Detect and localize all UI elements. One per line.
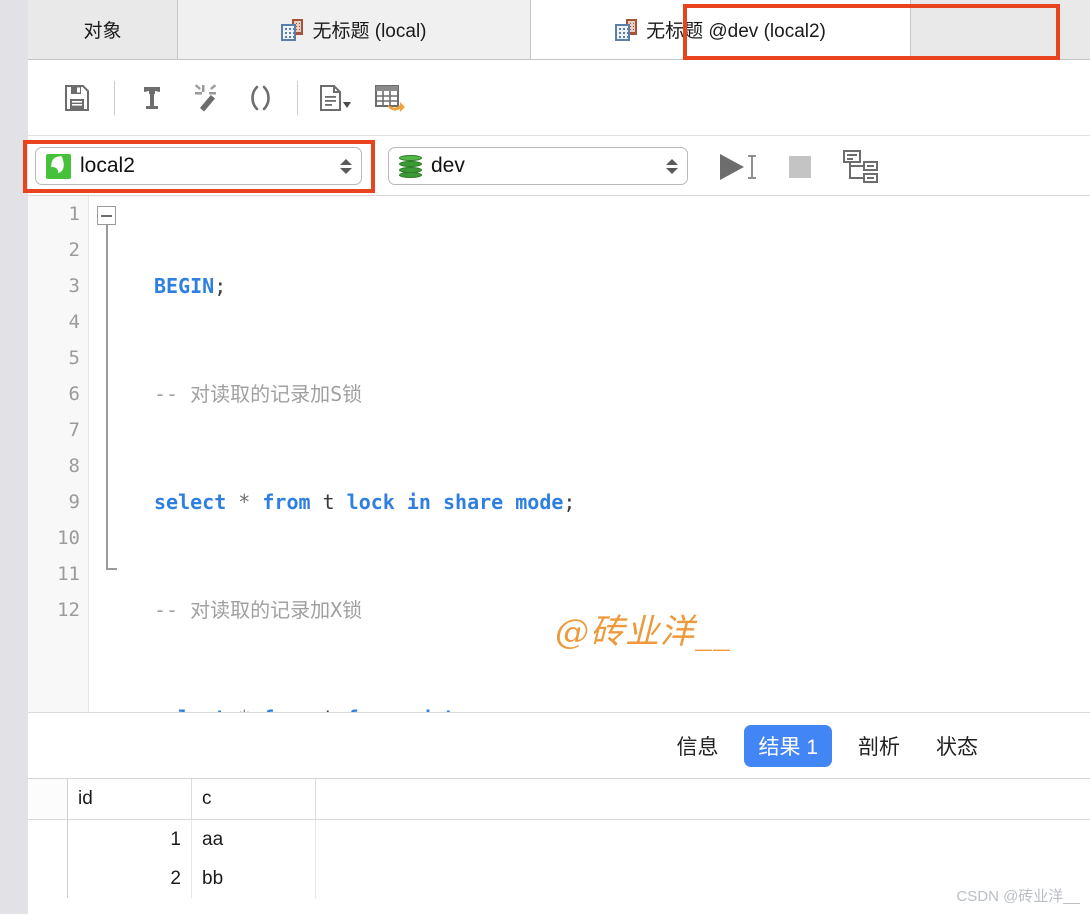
chevron-updown-icon[interactable] (665, 153, 679, 179)
line-number: 1 (68, 203, 80, 225)
results-tab-strip: 信息 结果 1 剖析 状态 (28, 713, 1090, 779)
mysql-dolphin-icon (46, 153, 71, 179)
cell-id[interactable]: 1 (68, 820, 192, 859)
line-number: 6 (68, 383, 80, 405)
format-text-icon (144, 86, 160, 109)
run-controls (710, 147, 890, 187)
line-number: 8 (68, 455, 80, 477)
result-grid[interactable]: id c 1 aa 2 bb (28, 779, 1090, 915)
run-query-button[interactable] (710, 147, 770, 187)
code-line: -- 对读取的记录加X锁 (154, 598, 363, 622)
code-line: -- 对读取的记录加S锁 (154, 382, 363, 406)
stop-query-button[interactable] (770, 147, 830, 187)
chevron-updown-icon[interactable] (339, 153, 353, 179)
parentheses-button[interactable] (233, 73, 287, 123)
connection-select-value: local2 (80, 154, 135, 177)
left-rail (0, 0, 28, 914)
row-header[interactable] (28, 820, 68, 859)
database-select[interactable]: dev (388, 147, 688, 185)
code-line: select * from t lock in share mode; (154, 490, 576, 514)
export-table-button[interactable] (362, 73, 416, 123)
tab-status[interactable]: 状态 (926, 725, 988, 767)
magic-wand-button[interactable] (179, 73, 233, 123)
row-header[interactable] (28, 859, 68, 898)
result-grid-header: id c (28, 779, 1090, 820)
column-header-c[interactable]: c (192, 779, 316, 819)
tab-objects-label: 对象 (83, 21, 122, 42)
beautify-sql-button[interactable] (125, 73, 179, 123)
code-line: select * from t for update; (125, 700, 1090, 712)
row-header-corner (28, 779, 68, 819)
cell-c[interactable]: bb (192, 859, 316, 898)
document-dropdown-icon (320, 84, 351, 111)
fold-toggle-icon[interactable] (97, 206, 116, 225)
fold-column (89, 196, 125, 712)
tab-result[interactable]: 结果 1 (744, 724, 832, 767)
fold-guide-foot (106, 568, 117, 570)
database-select-value: dev (431, 154, 465, 177)
tab-query-local[interactable]: 无标题 (local) (178, 0, 531, 59)
tab-objects[interactable]: 对象 (28, 0, 178, 59)
tab-bar: 对象 无标题 (local) 无标题 @dev (local2) (28, 0, 1090, 60)
tab-bar-filler (911, 0, 1090, 59)
line-number: 9 (68, 491, 80, 513)
cell-filler (316, 859, 1090, 898)
code-line: BEGIN; (154, 274, 227, 298)
cell-filler (316, 820, 1090, 859)
tab-profile[interactable]: 剖析 (848, 725, 910, 767)
fold-guide-line (106, 225, 108, 570)
parentheses-icon (251, 85, 270, 110)
column-header-id[interactable]: id (68, 779, 192, 819)
stop-square-icon (789, 156, 811, 178)
database-icon (399, 154, 422, 179)
line-number: 12 (57, 599, 80, 621)
column-header-filler (316, 779, 1090, 819)
connection-select[interactable]: local2 (35, 147, 362, 185)
code-area[interactable]: BEGIN; -- 对读取的记录加S锁 select * from t lock… (125, 196, 1090, 712)
line-number: 4 (68, 311, 80, 333)
save-button[interactable] (50, 73, 104, 123)
sql-editor[interactable]: 1 2 3 4 5 6 7 8 9 10 11 12 BEGIN; -- 对读取… (28, 196, 1090, 712)
cell-c[interactable]: aa (192, 820, 316, 859)
query-icon (615, 18, 638, 41)
line-number: 11 (57, 563, 80, 585)
table-export-icon (375, 84, 405, 112)
explain-plan-button[interactable] (830, 147, 890, 187)
query-icon (281, 18, 304, 41)
line-number: 3 (68, 275, 80, 297)
toolbar-separator-2 (297, 80, 298, 115)
tab-query-local-label: 无标题 (local) (312, 21, 427, 42)
table-row[interactable]: 1 aa (28, 820, 1090, 859)
document-dropdown-button[interactable] (308, 73, 362, 123)
line-number: 7 (68, 419, 80, 441)
line-number: 5 (68, 347, 80, 369)
tab-info[interactable]: 信息 (666, 725, 728, 767)
line-number: 10 (57, 527, 80, 549)
results-panel: 信息 结果 1 剖析 状态 id c 1 aa 2 bb CSDN @砖业洋__ (28, 712, 1090, 915)
run-play-icon (720, 154, 756, 180)
editor-toolbar (28, 60, 1090, 136)
tab-query-dev-local2-label: 无标题 @dev (local2) (646, 21, 826, 42)
line-number: 2 (68, 239, 80, 261)
editor-gutter: 1 2 3 4 5 6 7 8 9 10 11 12 (28, 196, 89, 712)
explain-plan-icon (843, 150, 878, 183)
navicat-query-window: 对象 无标题 (local) 无标题 @dev (local2) local2 … (0, 0, 1090, 915)
cell-id[interactable]: 2 (68, 859, 192, 898)
save-icon (65, 84, 89, 111)
table-row[interactable]: 2 bb (28, 859, 1090, 898)
magic-wand-icon (194, 83, 217, 112)
toolbar-separator-1 (114, 80, 115, 115)
tab-query-dev-local2[interactable]: 无标题 @dev (local2) (531, 0, 911, 59)
